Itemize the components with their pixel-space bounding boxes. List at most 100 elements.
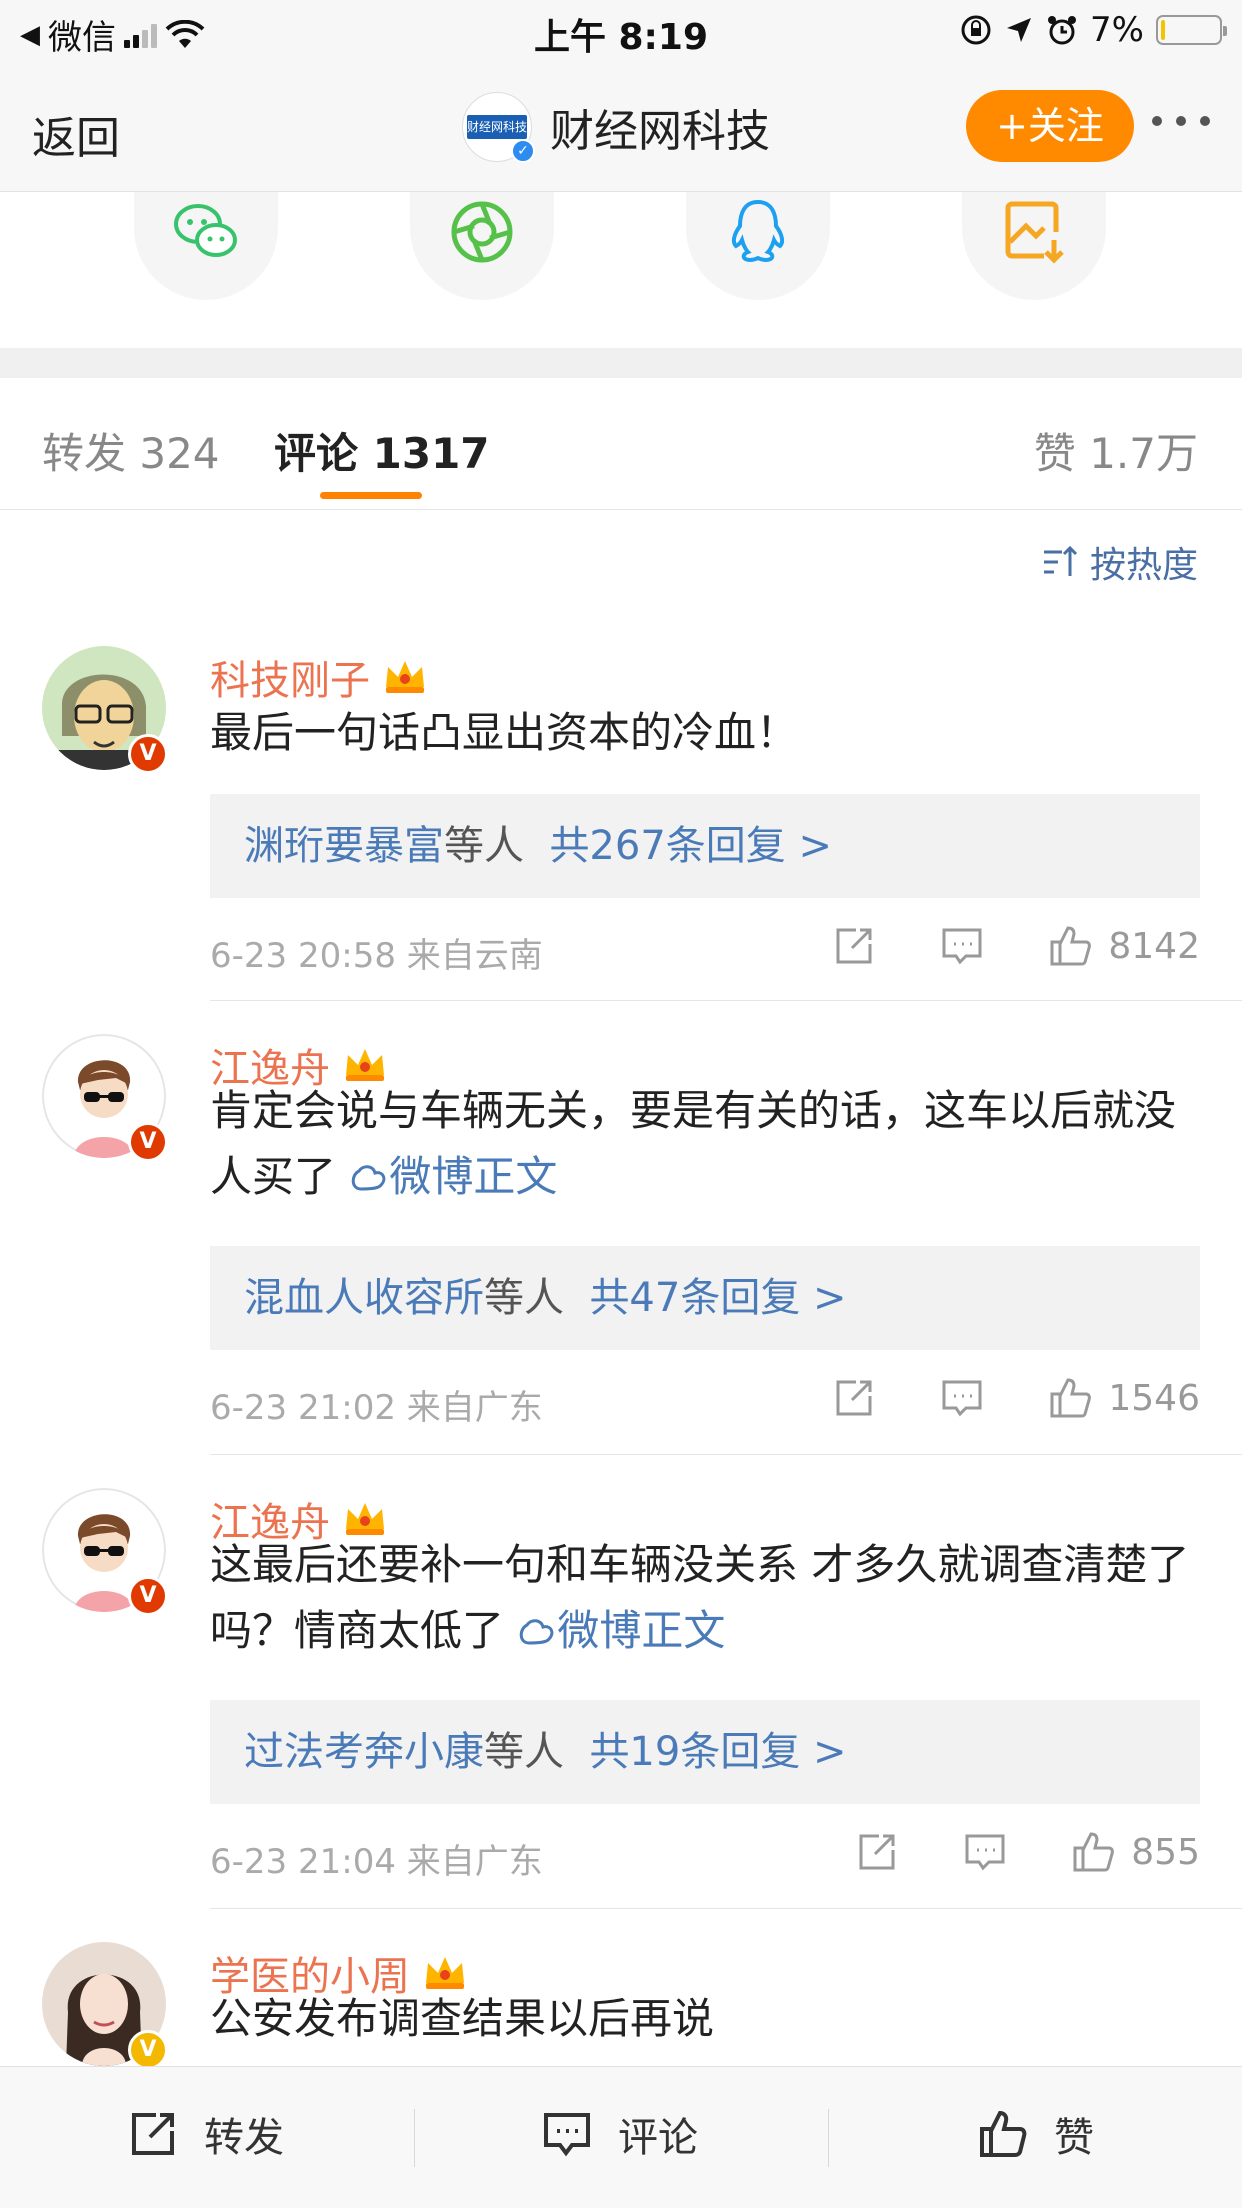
account-logo: 财经网科技 ✓ [462, 92, 535, 163]
comment-text: 肯定会说与车辆无关，要是有关的话，这车以后就没人买了 微博正文 [210, 1078, 1200, 1210]
like-comment-button[interactable]: 1546 [1046, 1374, 1200, 1422]
weibo-link-text: 微博正文 [557, 1606, 726, 1655]
reply-connector: 等人 [444, 823, 524, 869]
like-count: 855 [1131, 1831, 1200, 1873]
weibo-source-link[interactable]: 微博正文 [517, 1606, 725, 1655]
reply-user[interactable]: 渊珩要暴富 [244, 823, 444, 869]
share-row [0, 192, 1242, 348]
verified-badge-icon: ✓ [511, 139, 535, 163]
orientation-lock-icon [961, 15, 991, 45]
repost-button[interactable]: 转发 [126, 2105, 284, 2163]
back-button[interactable]: 返回 [32, 102, 120, 166]
vip-crown-icon [386, 661, 424, 693]
tab-likes[interactable]: 赞 1.7万 [1034, 420, 1198, 481]
comment-icon [942, 1380, 982, 1417]
comment-icon [544, 2113, 590, 2157]
comment-meta: 6-23 20:58 来自云南 [210, 936, 543, 976]
reply-comment-button[interactable] [938, 1374, 986, 1422]
status-bar: ◀ 微信 上午 8:19 7% [0, 0, 1242, 62]
battery-icon [1156, 15, 1227, 45]
share-moments-button[interactable] [410, 192, 554, 300]
divider [210, 1454, 1242, 1455]
like-count: 8142 [1108, 925, 1200, 967]
like-label: 赞 [1054, 2115, 1094, 2161]
replies-preview[interactable]: 混血人收容所等人 共47条回复 > [210, 1246, 1200, 1350]
tab-bar: 转发 324 评论 1317 赞 1.7万 [0, 378, 1242, 510]
follow-button[interactable]: +关注 [966, 90, 1134, 162]
like-comment-button[interactable]: 8142 [1046, 922, 1200, 970]
avatar[interactable]: V [42, 1488, 168, 1616]
comment-actions: 1546 [830, 1374, 1200, 1422]
reply-comment-button[interactable] [938, 922, 986, 970]
save-image-icon [1005, 201, 1064, 264]
verified-badge-icon: V [128, 1122, 168, 1162]
bottom-action-bar: 转发 评论 赞 [0, 2066, 1242, 2208]
thumbs-up-icon [1050, 926, 1092, 966]
weibo-source-link[interactable]: 微博正文 [349, 1152, 557, 1201]
share-wechat-button[interactable] [134, 192, 278, 300]
thumbs-up-icon [1050, 1378, 1092, 1418]
comment-button[interactable]: 评论 [540, 2105, 698, 2163]
separator [414, 2109, 415, 2167]
comment-icon [942, 928, 982, 965]
repost-comment-button[interactable] [830, 922, 878, 970]
nav-bar: 返回 财经网科技 ✓ 财经网科技 +关注 [0, 62, 1242, 192]
repost-icon [859, 1834, 895, 1870]
username-text: 科技刚子 [210, 658, 370, 704]
replies-preview[interactable]: 渊珩要暴富等人 共267条回复 > [210, 794, 1200, 898]
thumbs-up-icon [1073, 1832, 1115, 1872]
active-tab-indicator [320, 492, 422, 499]
reply-user[interactable]: 混血人收容所 [244, 1275, 484, 1321]
tab-reposts[interactable]: 转发 324 [42, 420, 220, 481]
repost-comment-button[interactable] [853, 1828, 901, 1876]
reply-connector: 等人 [484, 1729, 564, 1775]
verified-badge-icon: V [128, 2030, 168, 2070]
repost-comment-button[interactable] [830, 1374, 878, 1422]
divider [210, 1000, 1242, 1001]
location-icon [1007, 18, 1032, 42]
comment-actions: 855 [853, 1828, 1200, 1876]
reply-comment-button[interactable] [961, 1828, 1009, 1876]
battery-fill [1161, 20, 1165, 40]
avatar[interactable]: V [42, 646, 168, 774]
repost-icon [132, 2113, 174, 2155]
tab-comments[interactable]: 评论 1317 [274, 420, 490, 481]
comment-username[interactable]: 科技刚子 [210, 648, 428, 706]
reply-count[interactable]: 共19条回复 > [589, 1729, 846, 1775]
separator [828, 2109, 829, 2167]
battery-percent: 7% [1090, 10, 1144, 50]
comment-body: 最后一句话凸显出资本的冷血！ [210, 708, 799, 757]
reply-connector: 等人 [484, 1275, 564, 1321]
comment-actions: 8142 [830, 922, 1200, 970]
comment-text: 这最后还要补一句和车辆没关系 才多久就调查清楚了吗？情商太低了 微博正文 [210, 1532, 1200, 1664]
alarm-icon [1048, 16, 1077, 45]
sort-icon [1043, 545, 1078, 576]
repost-label: 转发 [204, 2115, 284, 2161]
reply-count[interactable]: 共267条回复 > [549, 823, 832, 869]
comment-meta: 6-23 21:02 来自广东 [210, 1388, 543, 1428]
more-icon[interactable] [1152, 116, 1210, 126]
replies-preview[interactable]: 过法考奔小康等人 共19条回复 > [210, 1700, 1200, 1804]
like-comment-button[interactable]: 855 [1069, 1828, 1200, 1876]
like-button[interactable]: 赞 [976, 2105, 1094, 2163]
reply-user[interactable]: 过法考奔小康 [244, 1729, 484, 1775]
moments-icon [451, 201, 513, 263]
thumbs-up-icon [980, 2110, 1027, 2157]
comment-text: 最后一句话凸显出资本的冷血！ [210, 700, 1200, 766]
account-name: 财经网科技 [550, 106, 770, 157]
section-gap [0, 348, 1242, 378]
comment-body: 公安发布调查结果以后再说 [210, 1994, 715, 2043]
repost-icon [836, 1380, 872, 1416]
share-qq-button[interactable] [686, 192, 830, 300]
save-image-button[interactable] [962, 192, 1106, 300]
reply-count[interactable]: 共47条回复 > [589, 1275, 846, 1321]
divider [210, 1908, 1242, 1909]
avatar[interactable]: V [42, 1942, 168, 2070]
weibo-logo-icon [520, 1619, 554, 1645]
comment-icon [965, 1834, 1005, 1871]
repost-icon [836, 928, 872, 964]
avatar[interactable]: V [42, 1034, 168, 1162]
account-title[interactable]: 财经网科技 ✓ 财经网科技 [462, 92, 770, 163]
sort-toggle[interactable]: 按热度 [1040, 536, 1198, 588]
qq-icon [731, 199, 785, 263]
